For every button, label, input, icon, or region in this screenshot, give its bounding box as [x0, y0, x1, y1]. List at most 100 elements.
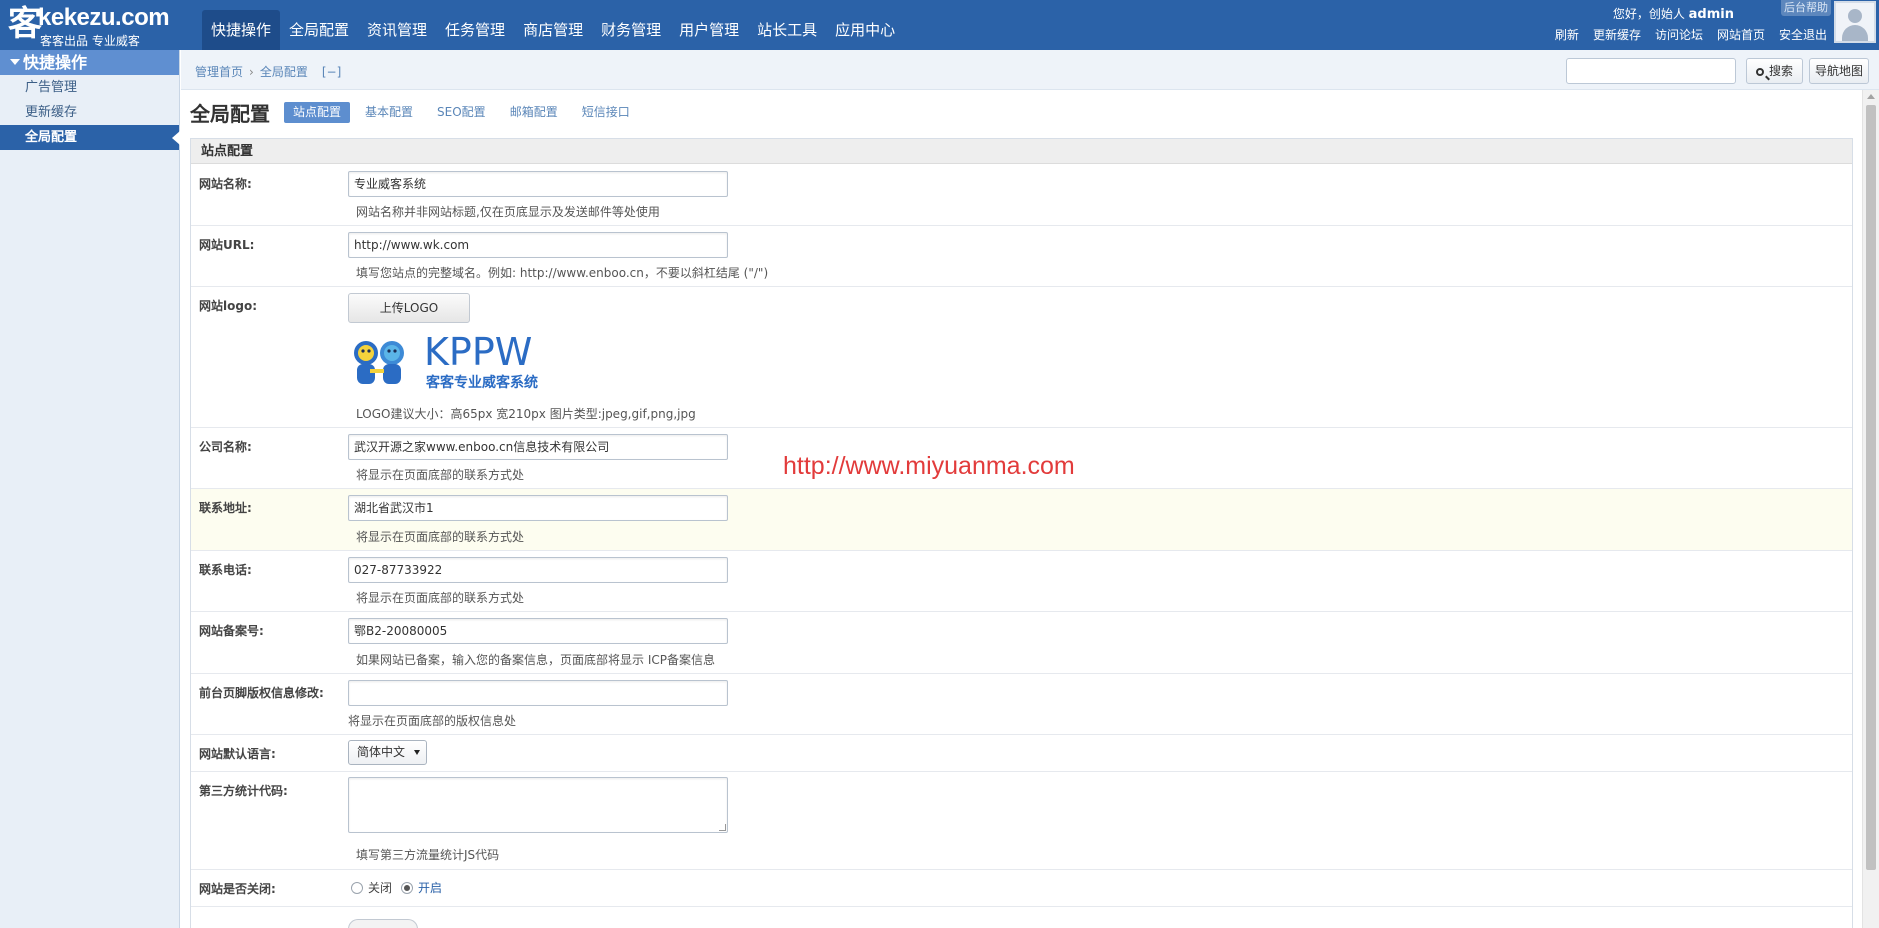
kppw-logo-title: KPPW [424, 331, 532, 374]
collapse-triangle-icon [10, 59, 20, 65]
link-home[interactable]: 网站首页 [1717, 26, 1765, 43]
tab-mail-config[interactable]: 邮箱配置 [501, 102, 567, 123]
site-url-input[interactable]: http://www.wk.com [348, 232, 728, 258]
breadcrumb-current[interactable]: 全局配置 [260, 65, 308, 79]
icp-label: 网站备案号: [199, 624, 264, 638]
sidebar-header[interactable]: 快捷操作 [0, 50, 179, 75]
row-icp: 网站备案号: 鄂B2-20080005 如果网站已备案，输入您的备案信息，页面底… [191, 612, 1852, 674]
link-refresh[interactable]: 刷新 [1555, 26, 1579, 43]
nav-users[interactable]: 用户管理 [670, 10, 748, 50]
nav-quick-ops[interactable]: 快捷操作 [202, 10, 281, 50]
avatar[interactable] [1834, 1, 1876, 43]
language-selected: 简体中文 [357, 745, 406, 759]
icp-hint: 如果网站已备案，输入您的备案信息，页面底部将显示 ICP备案信息 [356, 653, 715, 667]
scrollbar-thumb[interactable] [1866, 105, 1876, 870]
phone-label: 联系电话: [199, 563, 252, 577]
site-name-label: 网站名称: [199, 177, 252, 191]
nav-tasks[interactable]: 任务管理 [436, 10, 514, 50]
radio-open-label[interactable]: 开启 [418, 879, 442, 896]
icp-input[interactable]: 鄂B2-20080005 [348, 618, 728, 644]
tab-basic-config[interactable]: 基本配置 [356, 102, 422, 123]
upload-logo-button[interactable]: 上传LOGO [348, 293, 470, 323]
row-site-closed: 网站是否关闭: 关闭 开启 [191, 870, 1852, 907]
username[interactable]: admin [1689, 7, 1734, 22]
tab-site-config[interactable]: 站点配置 [284, 102, 351, 123]
row-language: 网站默认语言: 简体中文 [191, 735, 1852, 772]
row-site-name: 网站名称: 专业威客系统 网站名称并非网站标题,仅在页底显示及发送邮件等处使用 [191, 165, 1852, 226]
help-badge[interactable]: 后台帮助 [1781, 0, 1831, 16]
tab-sms-config[interactable]: 短信接口 [573, 102, 639, 123]
quick-links: 刷新 更新缓存 访问论坛 网站首页 安全退出 [1541, 26, 1827, 43]
search-button[interactable]: 搜索 [1746, 58, 1803, 84]
sidebar: 快捷操作 广告管理 更新缓存 全局配置 [0, 50, 180, 928]
site-logo-label: 网站logo: [199, 299, 257, 313]
logo-slogan: 客客出品 专业威客 [40, 34, 140, 48]
radio-closed-label[interactable]: 关闭 [368, 879, 392, 896]
radio-open[interactable] [401, 881, 414, 894]
search-button-label: 搜索 [1768, 64, 1793, 78]
chevron-down-icon [414, 750, 420, 755]
company-input[interactable]: 武汉开源之家www.enboo.cn信息技术有限公司 [348, 434, 728, 460]
language-label: 网站默认语言: [199, 747, 276, 761]
nav-finance[interactable]: 财务管理 [592, 10, 670, 50]
language-select[interactable]: 简体中文 [348, 740, 427, 765]
main-nav: 快捷操作 全局配置 资讯管理 任务管理 商店管理 财务管理 用户管理 站长工具 … [202, 10, 904, 50]
nav-webmaster-tools[interactable]: 站长工具 [748, 10, 826, 50]
site-name-hint: 网站名称并非网站标题,仅在页底显示及发送邮件等处使用 [356, 205, 660, 219]
copyright-hint: 将显示在页面底部的版权信息处 [348, 714, 517, 728]
breadcrumb-toggle[interactable]: [−] [322, 65, 341, 79]
panel-title: 站点配置 [191, 139, 1852, 164]
phone-hint: 将显示在页面底部的联系方式处 [356, 591, 525, 605]
row-site-url: 网站URL: http://www.wk.com 填写您站点的完整域名。例如: … [191, 226, 1852, 287]
nav-news[interactable]: 资讯管理 [358, 10, 436, 50]
stats-code-label: 第三方统计代码: [199, 784, 288, 798]
phone-input[interactable]: 027-87733922 [348, 557, 728, 583]
address-label: 联系地址: [199, 501, 252, 515]
row-site-logo: 网站logo: 上传LOGO KPPW 客客专业威客系统 LOGO建议大小：高6… [191, 287, 1852, 428]
tab-seo-config[interactable]: SEO配置 [428, 102, 495, 123]
row-submit [191, 907, 1852, 928]
watermark-text: http://www.miyuanma.com [783, 452, 1075, 480]
link-update-cache[interactable]: 更新缓存 [1593, 26, 1641, 43]
link-logout[interactable]: 安全退出 [1779, 26, 1827, 43]
top-header: 客 kekezu.com 客客出品 专业威客 快捷操作 全局配置 资讯管理 任务… [0, 0, 1879, 50]
company-hint: 将显示在页面底部的联系方式处 [356, 468, 525, 482]
site-url-hint: 填写您站点的完整域名。例如: http://www.enboo.cn，不要以斜杠… [356, 266, 769, 280]
sidebar-item-global-config[interactable]: 全局配置 [0, 125, 180, 150]
row-address: 联系地址: 湖北省武汉市1 将显示在页面底部的联系方式处 [191, 489, 1852, 551]
site-closed-label: 网站是否关闭: [199, 882, 276, 896]
greeting-text: 您好，创始人 [1612, 7, 1685, 21]
nav-app-center[interactable]: 应用中心 [826, 10, 904, 50]
logo-text: kekezu.com [38, 4, 170, 31]
magnifier-icon [1755, 68, 1764, 76]
user-greeting: 您好，创始人 admin [1613, 5, 1734, 22]
copyright-label: 前台页脚版权信息修改: [199, 686, 324, 700]
search-input[interactable] [1566, 58, 1736, 84]
site-logo[interactable]: 客 kekezu.com 客客出品 专业威客 [8, 4, 178, 48]
breadcrumb: 管理首页 › 全局配置 [−] [195, 63, 341, 80]
site-closed-radios: 关闭 开启 [351, 879, 451, 896]
site-logo-hint: LOGO建议大小：高65px 宽210px 图片类型:jpeg,gif,png,… [356, 407, 696, 421]
nav-map-button[interactable]: 导航地图 [1809, 58, 1869, 84]
radio-closed[interactable] [351, 881, 363, 894]
nav-shop[interactable]: 商店管理 [514, 10, 592, 50]
address-input[interactable]: 湖北省武汉市1 [348, 495, 728, 521]
site-config-panel: 站点配置 网站名称: 专业威客系统 网站名称并非网站标题,仅在页底显示及发送邮件… [190, 138, 1853, 928]
stats-code-textarea[interactable] [348, 777, 728, 833]
copyright-input[interactable] [348, 680, 728, 706]
sidebar-item-update-cache[interactable]: 更新缓存 [0, 100, 179, 125]
sidebar-item-ads[interactable]: 广告管理 [0, 75, 179, 100]
breadcrumb-home[interactable]: 管理首页 [195, 65, 243, 79]
row-stats-code: 第三方统计代码: 填写第三方流量统计JS代码 [191, 772, 1852, 870]
site-name-input[interactable]: 专业威客系统 [348, 171, 728, 197]
submit-button[interactable] [348, 919, 418, 928]
page-title: 全局配置 [190, 102, 270, 126]
nav-global-config[interactable]: 全局配置 [280, 10, 358, 50]
site-url-label: 网站URL: [199, 238, 255, 252]
vertical-scrollbar[interactable] [1862, 90, 1879, 928]
scroll-up-arrow-icon[interactable] [1867, 94, 1875, 99]
kppw-logo-image: KPPW 客客专业威客系统 [354, 331, 538, 391]
stats-code-hint: 填写第三方流量统计JS代码 [356, 848, 500, 862]
config-tabs: 站点配置 基本配置 SEO配置 邮箱配置 短信接口 [284, 102, 645, 123]
link-forum[interactable]: 访问论坛 [1655, 26, 1703, 43]
